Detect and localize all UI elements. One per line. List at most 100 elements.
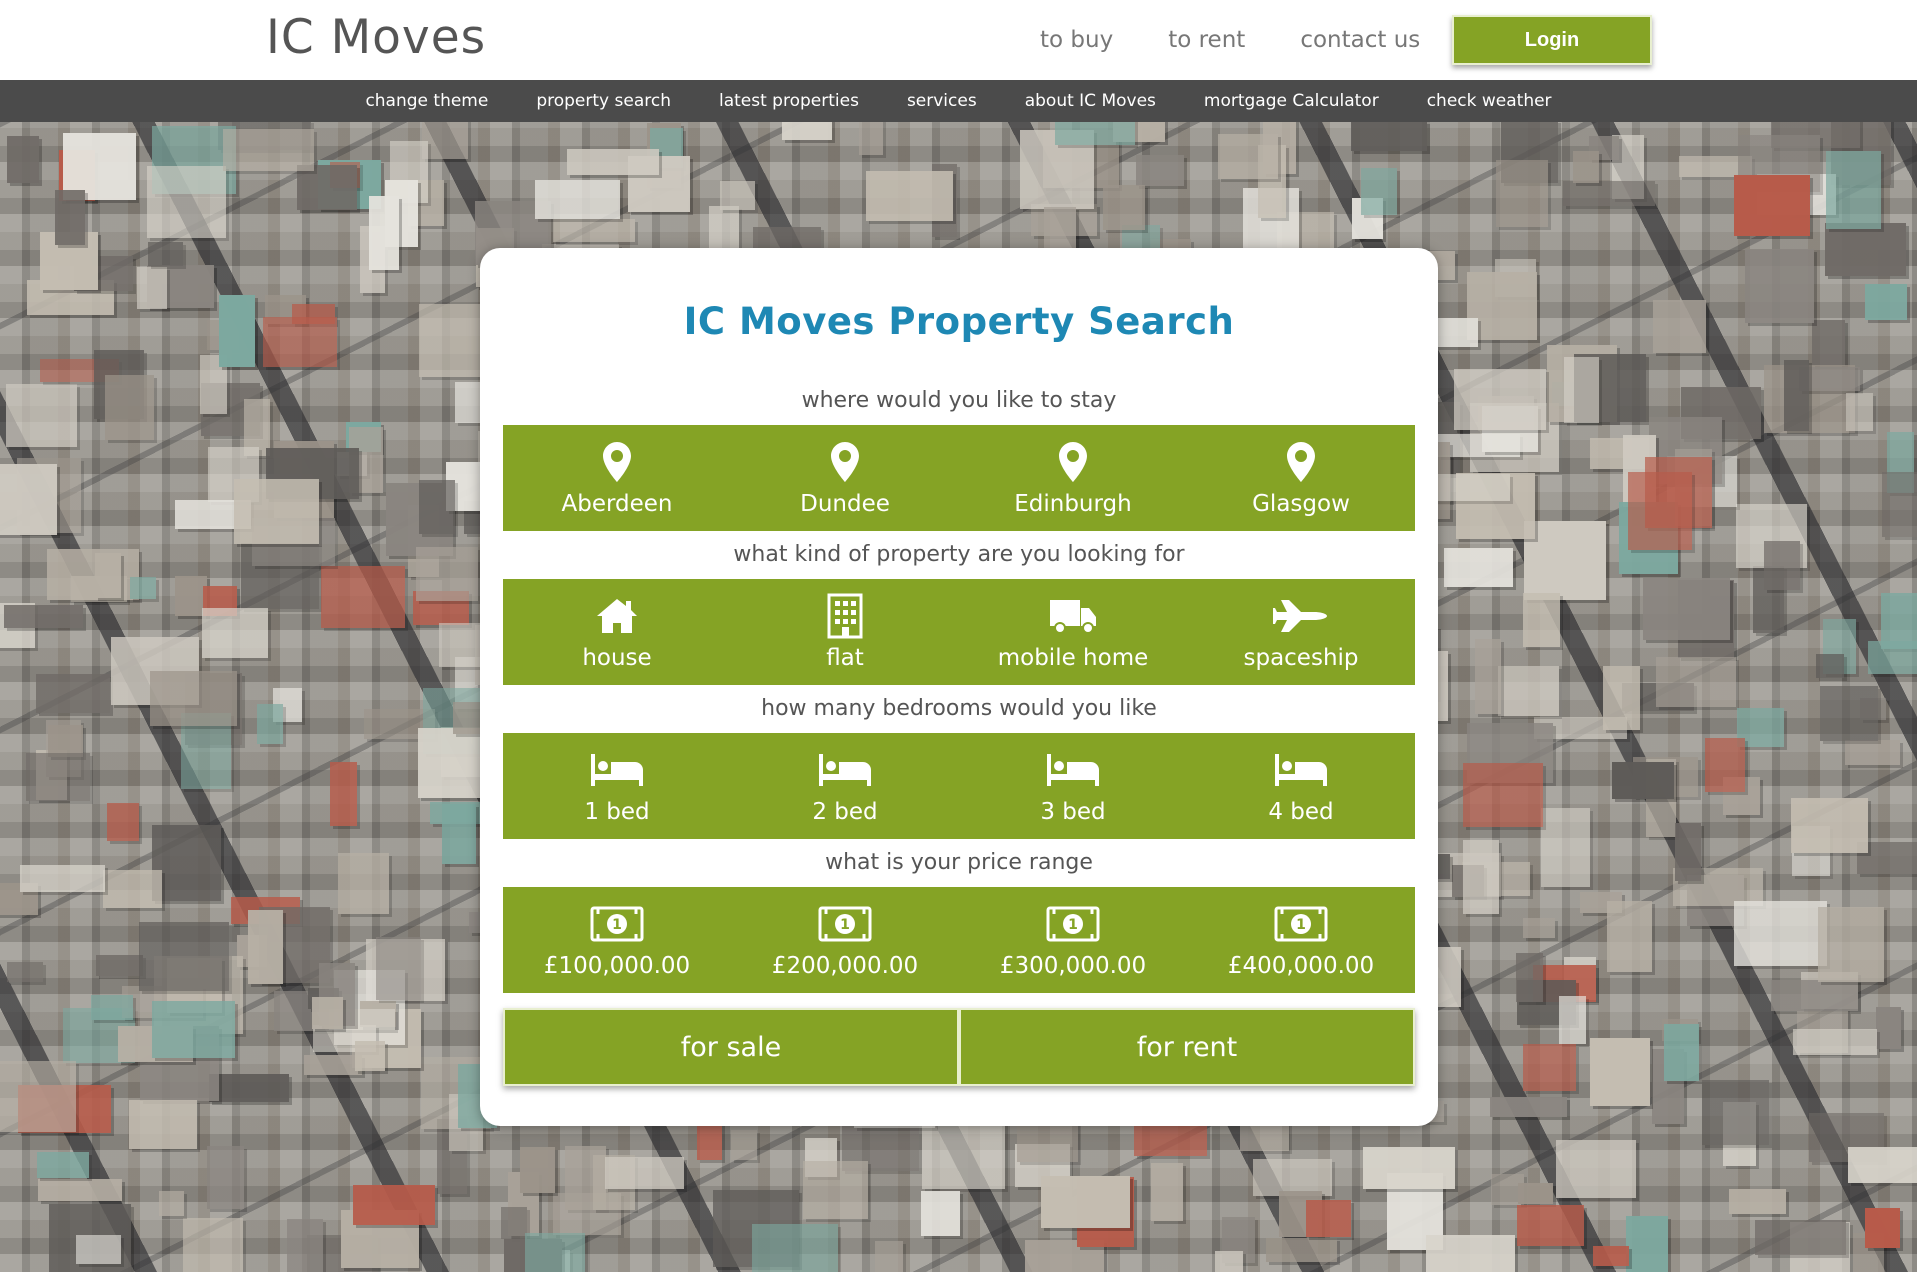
map-pin-icon (1287, 439, 1315, 485)
for-sale-button[interactable]: for sale (503, 1008, 959, 1086)
city-building (1734, 901, 1828, 966)
menu-property-search[interactable]: property search (536, 91, 671, 111)
city-building (1882, 471, 1917, 538)
city-building (921, 1190, 960, 1236)
price-option-200000[interactable]: 1 £200,000.00 (731, 887, 959, 993)
city-building (1675, 822, 1702, 882)
type-option-mobile-home[interactable]: mobile home (959, 579, 1187, 685)
city-building (1826, 150, 1882, 230)
login-button[interactable]: Login (1452, 15, 1652, 65)
city-building (605, 1157, 684, 1190)
nav-to-buy-link[interactable]: to buy (1040, 27, 1113, 53)
city-building (1523, 1044, 1576, 1091)
money-icon: 1 (590, 901, 644, 947)
city-building (297, 164, 358, 211)
city-building (1764, 541, 1800, 590)
nav-contact-us-link[interactable]: contact us (1300, 27, 1420, 53)
option-label: 4 bed (1268, 799, 1334, 825)
menu-latest-properties[interactable]: latest properties (719, 91, 859, 111)
price-options: 1 £100,000.00 1 £200,000.00 1 £300,000.0… (503, 887, 1415, 993)
city-building (1214, 1251, 1244, 1272)
type-option-flat[interactable]: flat (731, 579, 959, 685)
city-building (129, 577, 157, 599)
city-building (708, 206, 740, 253)
city-building (1135, 155, 1184, 186)
price-option-300000[interactable]: 1 £300,000.00 (959, 887, 1187, 993)
space-shuttle-icon (1273, 593, 1329, 639)
city-building (1628, 472, 1693, 551)
city-building (1041, 1175, 1130, 1229)
city-building (1816, 654, 1844, 678)
option-label: Dundee (800, 491, 890, 517)
city-building (1664, 1023, 1700, 1082)
bedroom-option-3[interactable]: 3 bed (959, 733, 1187, 839)
city-building (1875, 1007, 1902, 1049)
city-building (1151, 1163, 1184, 1222)
option-label: Edinburgh (1014, 491, 1132, 517)
price-option-400000[interactable]: 1 £400,000.00 (1187, 887, 1415, 993)
option-label: £300,000.00 (999, 953, 1147, 979)
city-building (103, 870, 162, 908)
city-building (415, 546, 478, 601)
svg-text:1: 1 (1296, 917, 1306, 933)
map-pin-icon (1059, 439, 1087, 485)
bedroom-option-2[interactable]: 2 bed (731, 733, 959, 839)
city-building (803, 1160, 868, 1220)
city-building (1495, 159, 1549, 228)
city-building (1432, 473, 1510, 501)
city-building (352, 1184, 435, 1226)
site-logo[interactable]: IC Moves (266, 10, 486, 65)
map-pin-icon (603, 439, 631, 485)
panel-title: IC Moves Property Search (683, 300, 1235, 343)
city-building (1812, 319, 1845, 367)
svg-text:1: 1 (1068, 917, 1078, 933)
menu-services[interactable]: services (907, 91, 977, 111)
city-building (553, 219, 635, 243)
option-label: Aberdeen (561, 491, 673, 517)
for-rent-button[interactable]: for rent (959, 1008, 1415, 1086)
menu-change-theme[interactable]: change theme (365, 91, 488, 111)
top-nav: to buy to rent contact us (1040, 0, 1475, 80)
city-building (1817, 906, 1885, 983)
city-building (1819, 686, 1879, 741)
city-building (337, 853, 389, 915)
location-option-edinburgh[interactable]: Edinburgh (959, 425, 1187, 531)
city-building (0, 1061, 76, 1133)
city-building (303, 1054, 362, 1076)
city-building (1754, 1220, 1847, 1256)
city-building (138, 921, 230, 992)
city-building (107, 803, 139, 842)
price-option-100000[interactable]: 1 £100,000.00 (503, 887, 731, 993)
nav-to-rent-link[interactable]: to rent (1168, 27, 1245, 53)
city-building (1522, 593, 1561, 648)
money-icon: 1 (1274, 901, 1328, 947)
city-building (1846, 393, 1874, 432)
city-building (5, 384, 78, 447)
menu-about[interactable]: about IC Moves (1025, 91, 1156, 111)
city-building (26, 753, 91, 801)
city-building (75, 1235, 122, 1265)
type-option-spaceship[interactable]: spaceship (1187, 579, 1415, 685)
city-building (1642, 578, 1731, 640)
city-building (1524, 521, 1606, 601)
city-building (1593, 1246, 1630, 1267)
option-label: mobile home (997, 645, 1149, 671)
city-building (1563, 180, 1656, 206)
city-building (1847, 1146, 1917, 1184)
city-building (525, 1233, 586, 1272)
truck-icon (1048, 593, 1098, 639)
location-option-dundee[interactable]: Dundee (731, 425, 959, 531)
menu-mortgage-calculator[interactable]: mortgage Calculator (1204, 91, 1379, 111)
city-building (1266, 1237, 1338, 1263)
type-option-house[interactable]: house (503, 579, 731, 685)
location-option-aberdeen[interactable]: Aberdeen (503, 425, 731, 531)
location-option-glasgow[interactable]: Glasgow (1187, 425, 1415, 531)
city-building (1701, 1080, 1770, 1145)
city-building (1572, 150, 1600, 183)
menu-check-weather[interactable]: check weather (1427, 91, 1552, 111)
bedroom-option-1[interactable]: 1 bed (503, 733, 731, 839)
city-building (501, 1206, 528, 1240)
house-icon (595, 593, 639, 639)
bedroom-option-4[interactable]: 4 bed (1187, 733, 1415, 839)
city-building (922, 1118, 1006, 1189)
